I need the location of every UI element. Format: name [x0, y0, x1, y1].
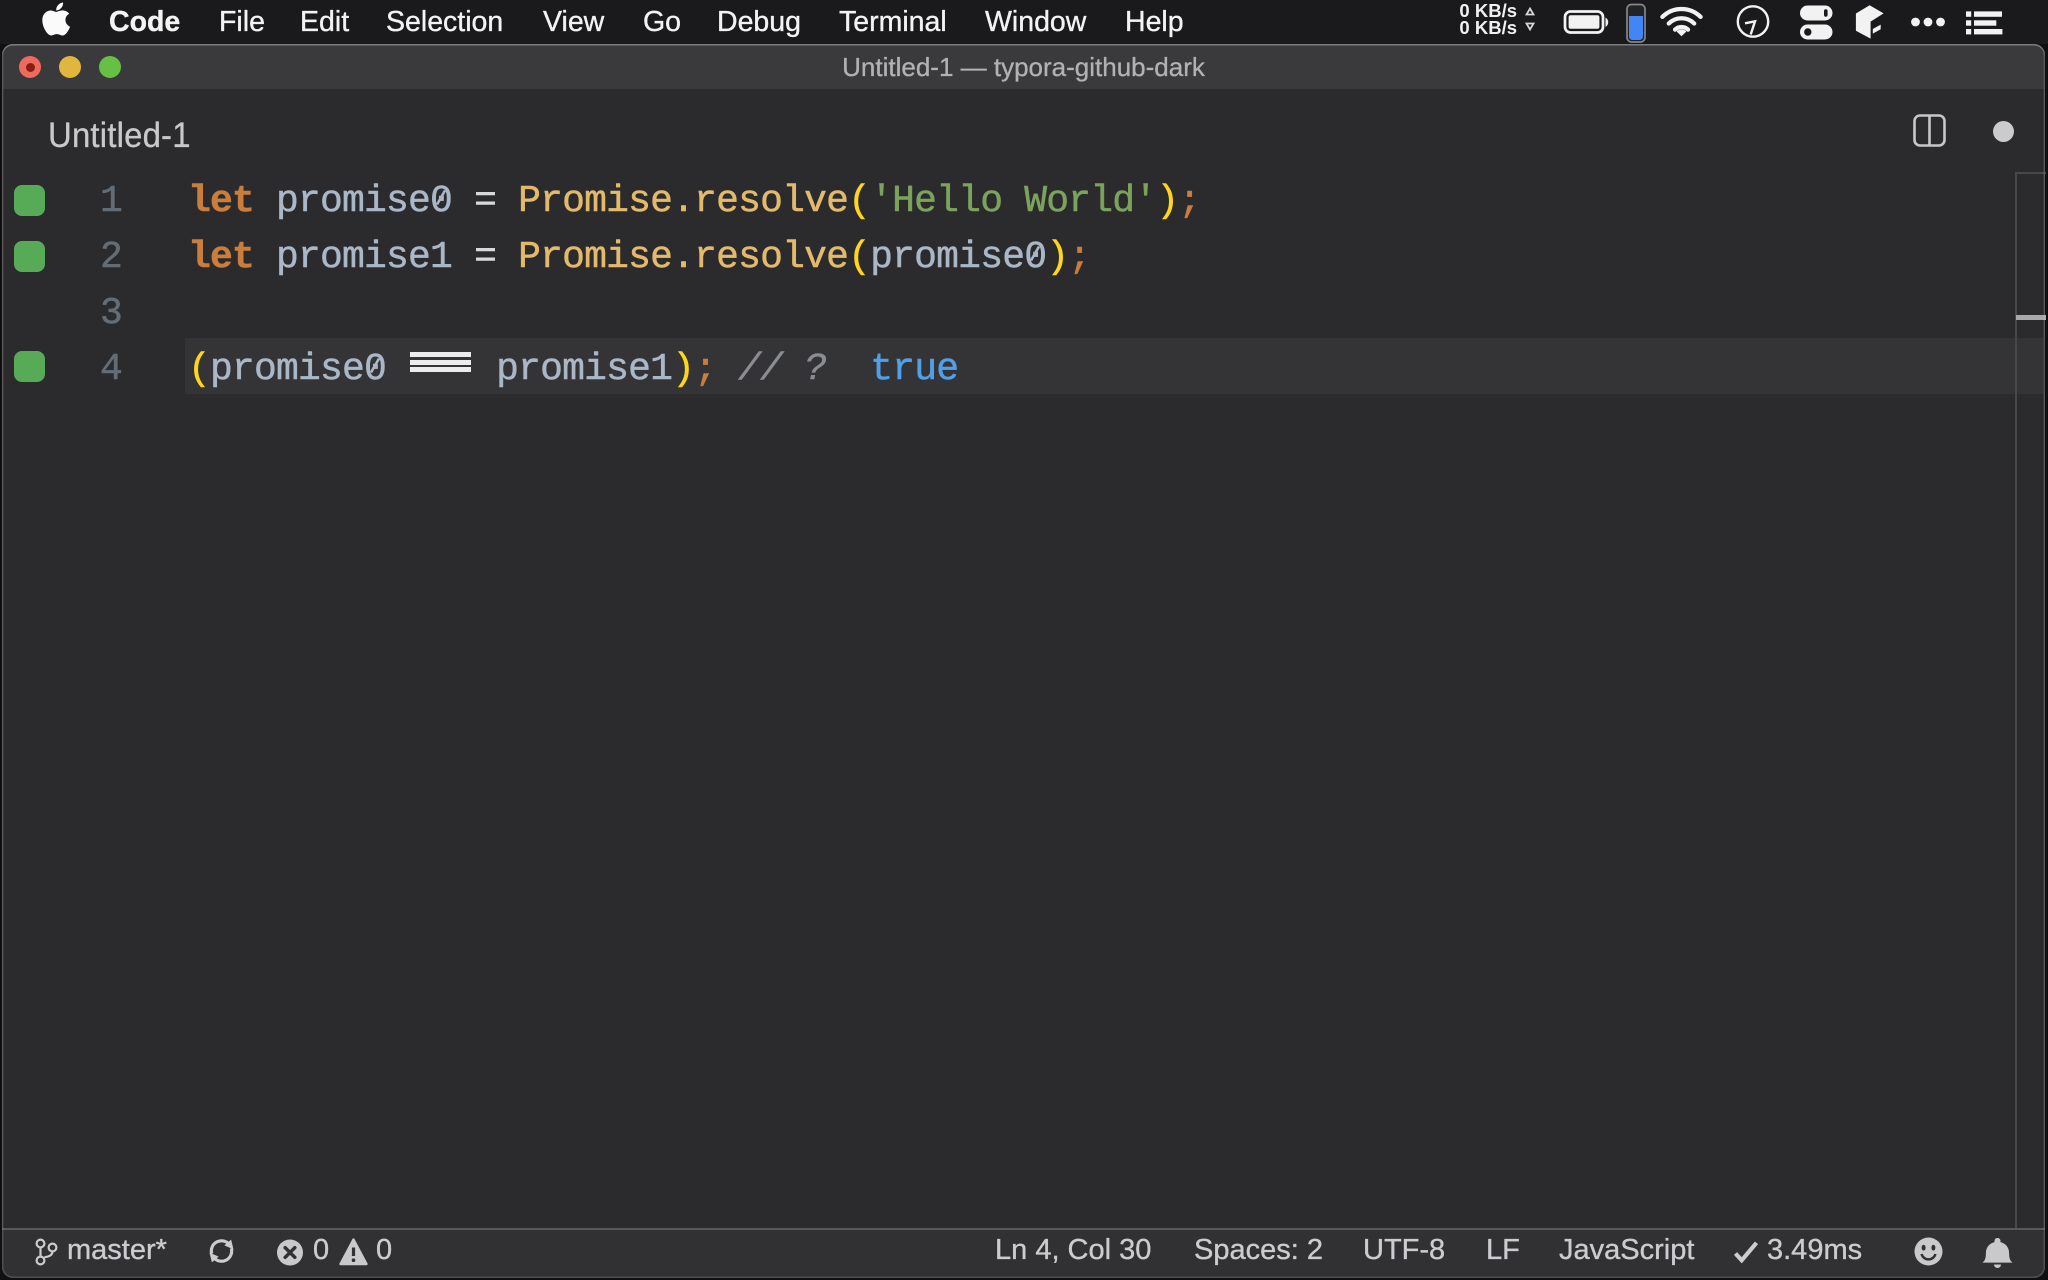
svg-text:0 KB/s: 0 KB/s — [1459, 17, 1517, 38]
